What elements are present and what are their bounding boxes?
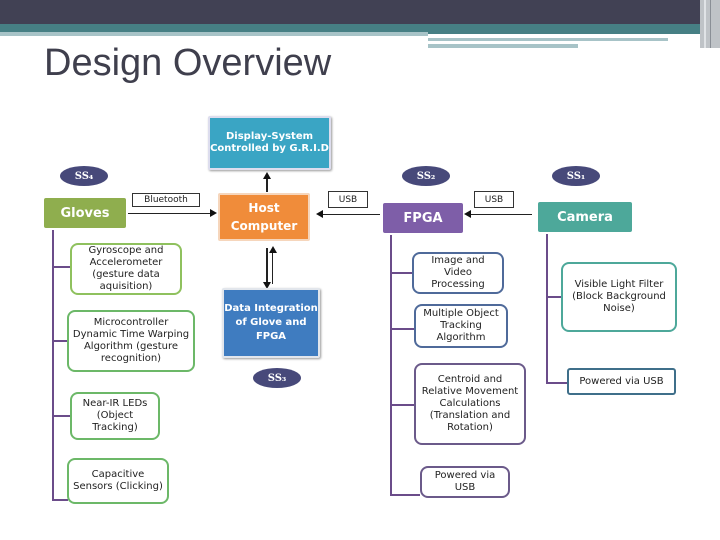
fpga-tree-branch: [390, 404, 414, 406]
arrow-up-icon: [269, 246, 277, 253]
subsystem-badge-ss1: SS₁: [552, 166, 600, 186]
connector-host-display: [266, 178, 268, 192]
fpga-node: FPGA: [383, 203, 463, 233]
subsystem-badge-ss2: SS₂: [402, 166, 450, 186]
gloves-item: Near-IR LEDs (Object Tracking): [70, 392, 160, 440]
gloves-node: Gloves: [44, 198, 126, 228]
connector-fpga-host: [322, 214, 380, 215]
host-computer-label: Host Computer: [230, 201, 298, 233]
data-integration-label: Data Integration of Glove and FPGA: [224, 303, 318, 342]
connection-label-bluetooth: Bluetooth: [132, 193, 200, 207]
arrow-left-icon: [464, 210, 471, 218]
arrow-left-icon: [316, 210, 323, 218]
fpga-tree-branch: [390, 328, 414, 330]
header-accent-line: [428, 38, 668, 41]
camera-item: Powered via USB: [567, 368, 676, 395]
arrow-up-icon: [263, 172, 271, 179]
gloves-item: Gyroscope and Accelerometer (gesture dat…: [70, 243, 182, 295]
fpga-item: Image and Video Processing: [412, 252, 504, 294]
fpga-item: Centroid and Relative Movement Calculati…: [414, 363, 526, 445]
fpga-tree-branch: [390, 272, 412, 274]
camera-tree-branch: [546, 296, 562, 298]
header-accent-line: [0, 32, 428, 36]
gloves-tree-branch: [52, 499, 68, 501]
gloves-tree-branch: [52, 415, 70, 417]
connector-gloves-host: [128, 213, 212, 214]
gloves-tree-branch: [52, 340, 68, 342]
camera-tree-branch: [546, 382, 568, 384]
camera-node: Camera: [538, 202, 632, 232]
camera-label: Camera: [557, 209, 613, 225]
fpga-item: Powered via USB: [420, 466, 510, 498]
fpga-tree-trunk: [390, 235, 392, 495]
connector-integration-host: [272, 252, 273, 284]
gloves-tree-trunk: [52, 230, 54, 500]
camera-tree-trunk: [546, 234, 548, 384]
camera-item: Visible Light Filter (Block Background N…: [561, 262, 677, 332]
display-system-label: Display-System Controlled by G.R.I.D: [210, 131, 329, 154]
gloves-item: Capacitive Sensors (Clicking): [67, 458, 169, 504]
fpga-item: Multiple Object Tracking Algorithm: [414, 304, 508, 348]
slide-title: Design Overview: [44, 42, 332, 84]
gloves-tree-branch: [52, 266, 70, 268]
connection-label-usb-host: USB: [328, 191, 368, 208]
fpga-label: FPGA: [403, 210, 443, 226]
connector-host-integration: [266, 248, 268, 282]
host-computer-node: Host Computer: [218, 193, 310, 241]
arrow-right-icon: [210, 209, 217, 217]
header-edge: [710, 0, 711, 48]
data-integration-node: Data Integration of Glove and FPGA: [222, 288, 320, 358]
subsystem-badge-ss3: SS₃: [253, 368, 301, 388]
gloves-item: Microcontroller Dynamic Time Warping Alg…: [67, 310, 195, 372]
fpga-tree-branch: [390, 494, 420, 496]
connector-camera-fpga: [470, 214, 532, 215]
header-edge: [704, 0, 706, 48]
gloves-label: Gloves: [60, 205, 110, 221]
header-bar-dark: [0, 0, 720, 24]
header-accent-line: [428, 44, 578, 48]
connection-label-usb-camera: USB: [474, 191, 514, 208]
subsystem-badge-ss4: SS₄: [60, 166, 108, 186]
display-system-node: Display-System Controlled by G.R.I.D: [208, 116, 331, 170]
